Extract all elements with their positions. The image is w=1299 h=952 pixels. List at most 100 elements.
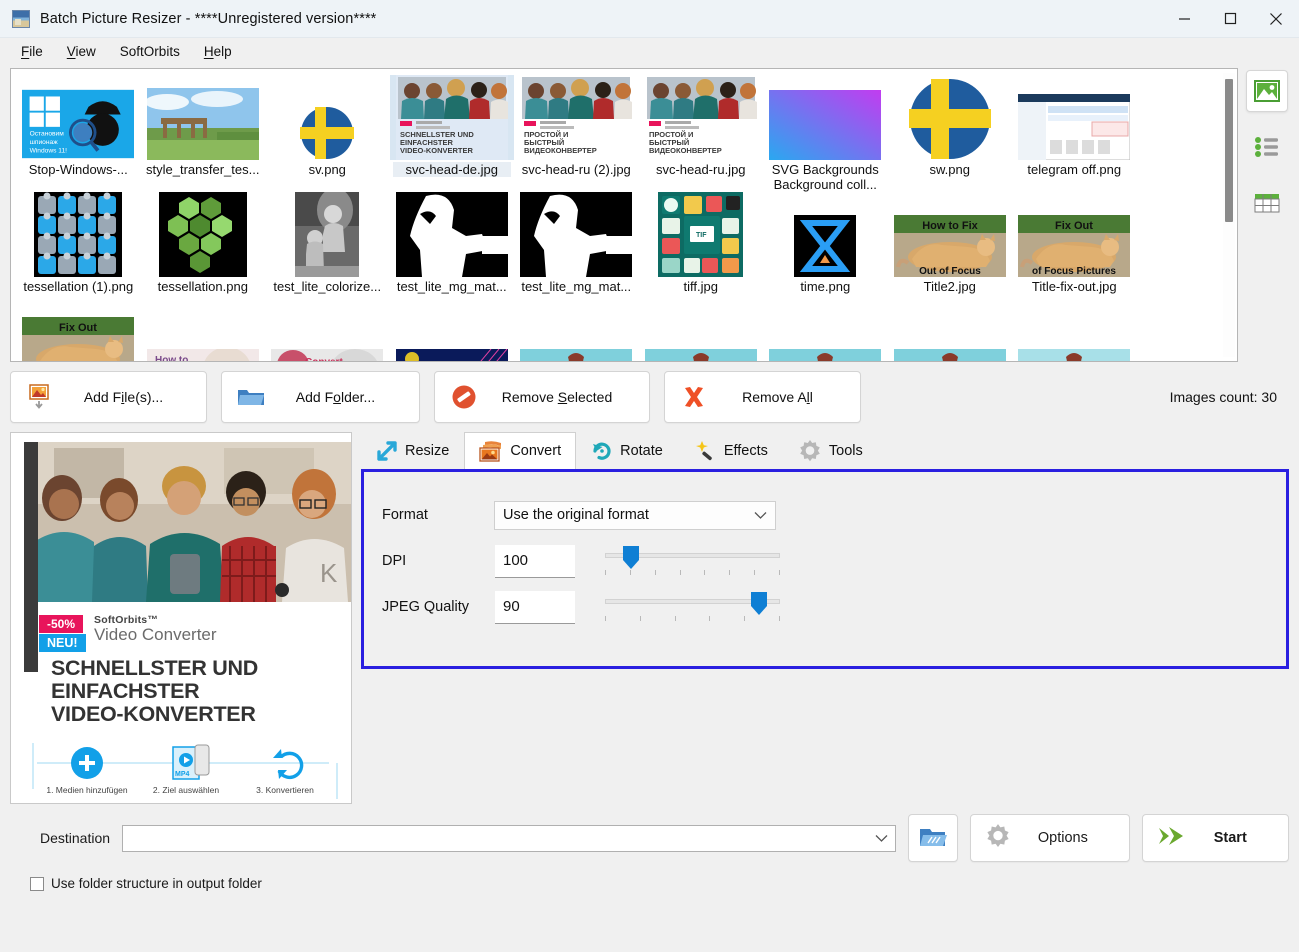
thumbnail-item[interactable]: test_lite_colorize... xyxy=(265,192,390,294)
thumbnail-label: SVG Backgrounds Background coll... xyxy=(766,162,885,192)
tab-convert-label: Convert xyxy=(510,443,562,459)
svg-text:K: K xyxy=(320,558,338,588)
remove-selected-button[interactable]: Remove Selected xyxy=(434,371,650,423)
maximize-button[interactable] xyxy=(1207,0,1253,38)
grid-scrollbar[interactable] xyxy=(1223,73,1235,357)
preview-headline-line3: VIDEO-KONVERTER xyxy=(51,702,256,726)
table-view-button[interactable] xyxy=(1246,182,1288,224)
svg-text:How to: How to xyxy=(155,355,188,362)
close-button[interactable] xyxy=(1253,0,1299,38)
tab-tools[interactable]: Tools xyxy=(783,432,878,469)
thumbnail-image xyxy=(888,294,1013,361)
thumbnail-item[interactable] xyxy=(888,294,1013,361)
options-button[interactable]: Options xyxy=(970,814,1130,862)
destination-label: Destination xyxy=(40,830,111,846)
thumbnail-item[interactable]: style_transfer_tes... xyxy=(141,75,266,192)
svg-text:TIF: TIF xyxy=(696,232,707,239)
menu-file[interactable]: File xyxy=(10,41,54,62)
preview-product: Video Converter xyxy=(94,625,217,644)
browse-folder-button[interactable] xyxy=(908,814,959,862)
thumbnail-label: tessellation.png xyxy=(143,279,262,294)
add-files-button[interactable]: Add File(s)... xyxy=(10,371,207,423)
dpi-slider[interactable] xyxy=(605,544,780,578)
thumbnail-label: svc-head-ru (2).jpg xyxy=(517,162,636,177)
thumbnail-item[interactable]: Остановим шпионаж Windows 11! Stop-Window… xyxy=(16,75,141,192)
preview-steps: MP4 1. Medien hinzufügen 2. Ziel auswähl… xyxy=(29,743,349,799)
dpi-row: DPI 100 xyxy=(382,538,1268,584)
thumbnail-item[interactable]: Fix Out xyxy=(16,294,141,361)
jpeg-quality-slider-thumb[interactable] xyxy=(750,592,768,616)
jpeg-quality-slider[interactable] xyxy=(605,590,780,624)
preview-side-bar xyxy=(24,442,38,672)
thumbnail-item[interactable]: tessellation (1).png xyxy=(16,192,141,294)
tab-resize[interactable]: Resize xyxy=(361,432,464,469)
thumbnail-image xyxy=(763,75,888,160)
thumbnail-item[interactable]: SVG Backgrounds Background coll... xyxy=(763,75,888,192)
convert-settings-panel: Format Use the original format DPI 100 J… xyxy=(361,469,1289,669)
thumbnail-item[interactable]: ПРОСТОЙ И БЫСТРЫЙ ВИДЕОКОНВЕРТЕР svc-head-… xyxy=(639,75,764,192)
menu-view[interactable]: View xyxy=(56,41,107,62)
lower-section: K -50% NEU! SoftOrbits™ Video Converter … xyxy=(10,432,1289,804)
thumbnail-item[interactable]: test_lite_mg_mat... xyxy=(390,192,515,294)
menu-softorbits[interactable]: SoftOrbits xyxy=(109,41,191,62)
folder-structure-row: Use folder structure in output folder xyxy=(30,876,1289,891)
images-count-label: Images count: 30 xyxy=(1169,389,1277,405)
refresh-icon xyxy=(273,749,304,779)
jpeg-quality-input[interactable]: 90 xyxy=(495,590,575,624)
thumbnail-item[interactable]: telegram off.png xyxy=(1012,75,1137,192)
remove-all-button[interactable]: Remove All xyxy=(664,371,861,423)
preview-headline-line2: EINFACHSTER xyxy=(51,679,200,703)
thumbnail-item[interactable]: tessellation.png xyxy=(141,192,266,294)
thumbnail-item[interactable]: How to Fix Out of Focus Title2.jpg xyxy=(888,192,1013,294)
thumbnail-item[interactable]: test_lite_mg_mat... xyxy=(514,192,639,294)
grid-scrollbar-thumb[interactable] xyxy=(1225,79,1233,222)
folder-structure-checkbox[interactable] xyxy=(30,876,44,891)
thumbnail-item[interactable]: Fix Out of Focus Pictures Title-fix-out.j… xyxy=(1012,192,1137,294)
options-label: Options xyxy=(1037,830,1088,846)
menu-help[interactable]: Help xyxy=(193,41,243,62)
thumbnail-item[interactable] xyxy=(639,294,764,361)
thumbnail-row: Остановим шпионаж Windows 11! Stop-Window… xyxy=(16,75,1232,192)
thumbnail-item[interactable]: TIF tiff.jpg xyxy=(639,192,764,294)
thumbnail-item[interactable]: time.png xyxy=(763,192,888,294)
add-folder-button[interactable]: Add Folder... xyxy=(221,371,420,423)
folder-structure-label: Use folder structure in output folder xyxy=(51,876,262,891)
thumbnail-image xyxy=(763,192,888,277)
thumbnail-item[interactable] xyxy=(390,294,515,361)
thumbnail-view-button[interactable] xyxy=(1246,70,1288,112)
dpi-slider-thumb[interactable] xyxy=(622,546,640,570)
thumbnail-grid[interactable]: Остановим шпионаж Windows 11! Stop-Window… xyxy=(10,68,1238,362)
dpi-input[interactable]: 100 xyxy=(495,544,575,578)
format-row: Format Use the original format xyxy=(382,492,1268,538)
thumbnail-item[interactable]: SCHNELLSTER UND EINFACHSTER VIDEO-KONVERTE… xyxy=(389,75,514,192)
thumbnail-row: Fix Out How to Convert xyxy=(16,294,1232,362)
thumbnail-item[interactable]: Convert xyxy=(265,294,390,361)
destination-input[interactable] xyxy=(122,824,897,852)
thumbnail-item[interactable]: How to xyxy=(141,294,266,362)
tab-effects[interactable]: Effects xyxy=(678,432,783,469)
image-preview-panel[interactable]: K -50% NEU! SoftOrbits™ Video Converter … xyxy=(10,432,352,804)
thumbnail-item[interactable] xyxy=(763,294,888,361)
thumbnail-label: svc-head-de.jpg xyxy=(392,162,511,177)
preview-photo: K xyxy=(24,442,351,602)
svg-text:ВИДЕОКОНВЕРТЕР: ВИДЕОКОНВЕРТЕР xyxy=(649,146,722,155)
list-view-button[interactable] xyxy=(1246,126,1288,168)
format-label: Format xyxy=(382,507,428,523)
format-select[interactable]: Use the original format xyxy=(494,500,776,530)
minimize-button[interactable] xyxy=(1161,0,1207,38)
tab-rotate[interactable]: Rotate xyxy=(576,432,678,469)
jpeg-quality-value: 90 xyxy=(503,598,520,615)
tab-rotate-label: Rotate xyxy=(620,443,663,459)
grid-icon xyxy=(1254,194,1280,213)
start-button[interactable]: Start xyxy=(1141,814,1289,862)
thumbnail-item[interactable]: sv.png xyxy=(265,75,390,192)
thumbnail-item[interactable]: sw.png xyxy=(888,75,1013,192)
thumbnail-item[interactable]: ПРОСТОЙ И БЫСТРЫЙ ВИДЕОКОНВЕРТЕР svc-head-… xyxy=(514,75,639,192)
add-image-icon xyxy=(25,384,55,410)
start-label: Start xyxy=(1213,830,1247,846)
gear-icon xyxy=(800,440,820,462)
folder-icon xyxy=(236,386,266,408)
tab-convert[interactable]: Convert xyxy=(464,432,577,469)
thumbnail-item[interactable] xyxy=(1012,294,1137,361)
thumbnail-item[interactable] xyxy=(514,294,639,361)
